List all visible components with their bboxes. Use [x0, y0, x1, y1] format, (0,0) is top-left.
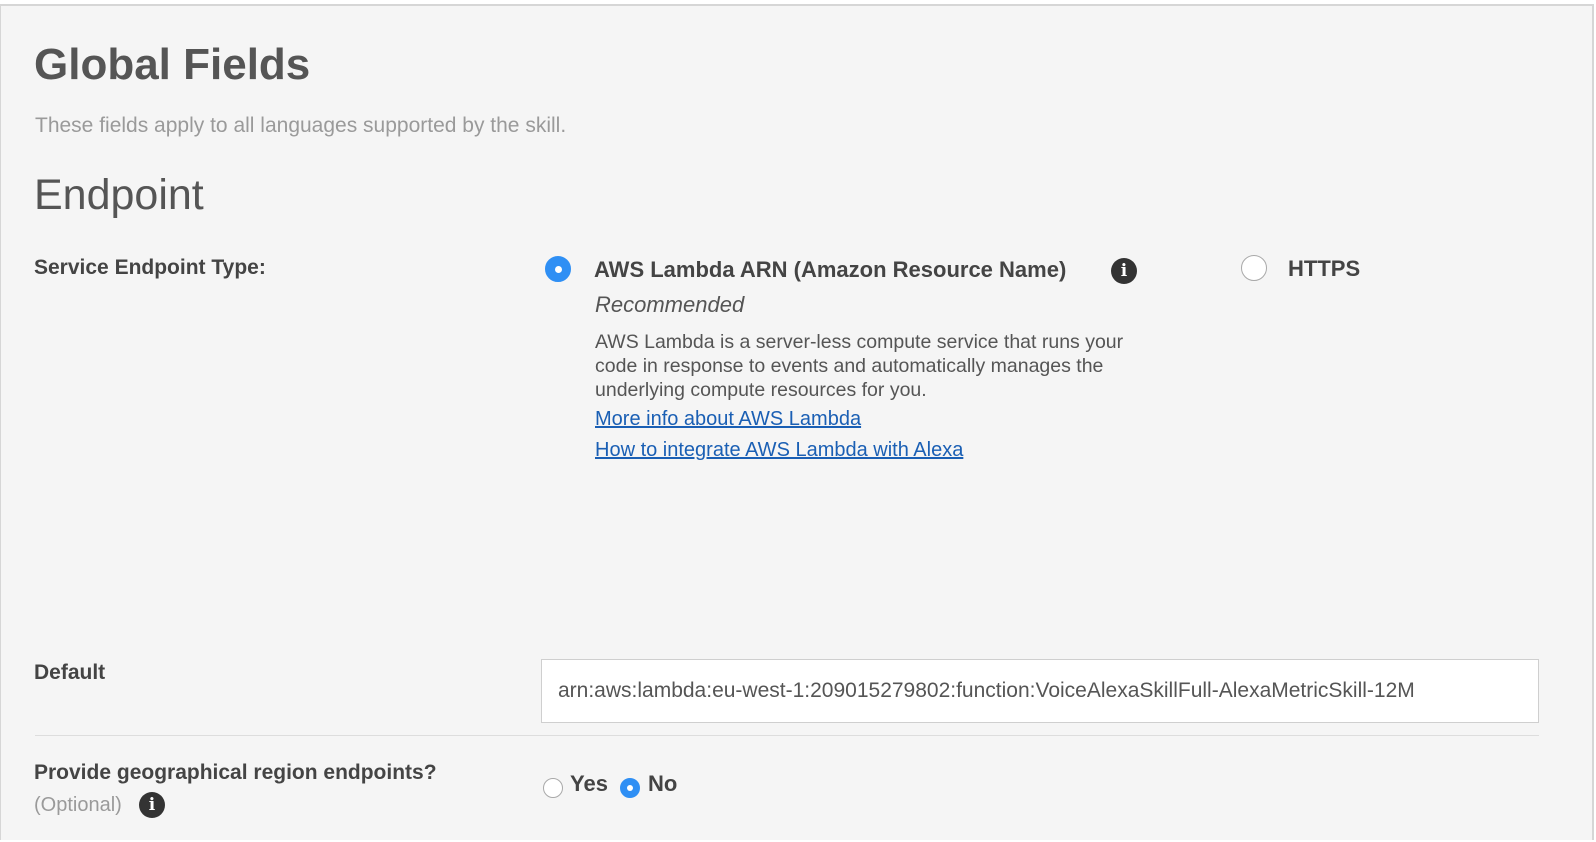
aws-lambda-radio[interactable] — [545, 256, 571, 282]
geo-no-radio[interactable] — [620, 778, 640, 798]
integrate-lambda-alexa-link[interactable]: How to integrate AWS Lambda with Alexa — [595, 439, 963, 462]
info-icon[interactable]: i — [1111, 258, 1137, 284]
geo-yes-label[interactable]: Yes — [570, 771, 608, 797]
divider — [35, 735, 1539, 736]
optional-label: (Optional) — [34, 794, 122, 816]
aws-lambda-option-label[interactable]: AWS Lambda ARN (Amazon Resource Name) — [594, 257, 1066, 283]
aws-lambda-description: AWS Lambda is a server-less compute serv… — [595, 331, 1124, 401]
page-title: Global Fields — [34, 40, 311, 89]
global-fields-panel: Global Fields These fields apply to all … — [0, 4, 1594, 840]
geo-endpoints-question: Provide geographical region endpoints? — [34, 761, 437, 784]
endpoint-heading: Endpoint — [34, 171, 204, 219]
default-arn-input[interactable] — [541, 659, 1539, 723]
page-subtitle: These fields apply to all languages supp… — [35, 114, 567, 137]
default-label: Default — [34, 661, 106, 684]
radio-dot-icon — [554, 265, 562, 273]
geo-yes-radio[interactable] — [543, 778, 563, 798]
https-radio[interactable] — [1241, 255, 1267, 281]
radio-dot-icon — [627, 785, 633, 791]
geo-no-label[interactable]: No — [648, 771, 677, 797]
https-option-label[interactable]: HTTPS — [1288, 256, 1360, 282]
service-endpoint-type-label: Service Endpoint Type: — [34, 256, 266, 279]
more-info-lambda-link[interactable]: More info about AWS Lambda — [595, 408, 861, 431]
recommended-tag: Recommended — [595, 292, 745, 317]
info-icon[interactable]: i — [139, 792, 165, 818]
